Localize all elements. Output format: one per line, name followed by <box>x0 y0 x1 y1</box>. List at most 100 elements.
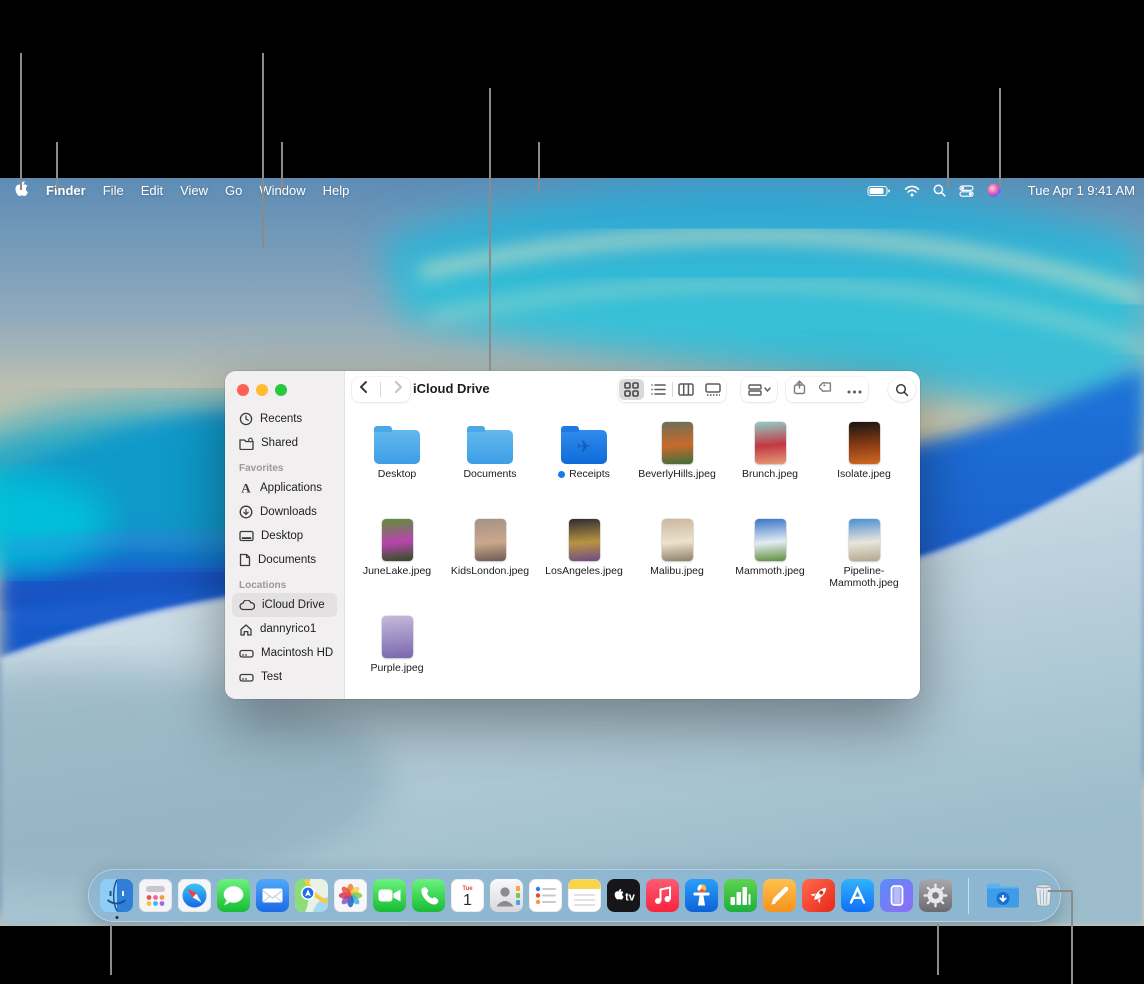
dock-calendar[interactable]: Tue1 <box>451 879 484 912</box>
list-view-button[interactable] <box>646 379 671 400</box>
sidebar-item-downloads[interactable]: Downloads <box>232 500 337 524</box>
dock-reminders[interactable] <box>529 879 562 912</box>
search-icon[interactable] <box>933 184 946 197</box>
image-thumbnail <box>569 519 600 561</box>
dock-trash[interactable] <box>1027 879 1060 912</box>
file-beverlyhills-jpeg[interactable]: BeverlyHills.jpeg <box>632 418 722 480</box>
menu-bar: Finder File Edit View Go Window Help Tue Apr 1… <box>0 178 1144 203</box>
file-mammoth-jpeg[interactable]: Mammoth.jpeg <box>725 515 815 577</box>
sidebar-item-label: dannyrico1 <box>260 623 316 635</box>
dock-apps[interactable] <box>139 879 172 912</box>
siri-icon[interactable] <box>987 183 1002 198</box>
minimize-window-button[interactable] <box>256 384 268 396</box>
file-documents[interactable]: Documents <box>445 418 535 480</box>
dock-app-store[interactable] <box>841 879 874 912</box>
control-center-icon[interactable] <box>959 185 974 197</box>
view-switcher <box>618 377 726 402</box>
zoom-window-button[interactable] <box>275 384 287 396</box>
dock-iphone-mirroring[interactable] <box>880 879 913 912</box>
tags-icon[interactable] <box>819 380 834 399</box>
file-losangeles-jpeg[interactable]: LosAngeles.jpeg <box>539 515 629 577</box>
dock-phone[interactable] <box>412 879 445 912</box>
sidebar-item-desktop[interactable]: Desktop <box>232 524 337 548</box>
finder-window[interactable]: RecentsSharedFavoritesAApplicationsDownl… <box>225 371 920 699</box>
dock-contacts[interactable] <box>490 879 523 912</box>
group-by-button[interactable] <box>741 377 777 402</box>
status-icons <box>867 183 1015 198</box>
dock-tv[interactable]: tv <box>607 879 640 912</box>
sidebar-item-dannyrico1[interactable]: dannyrico1 <box>232 617 337 641</box>
menu-finder[interactable]: Finder <box>46 183 86 198</box>
downloads-icon <box>239 505 253 519</box>
sidebar-item-test[interactable]: Test <box>232 665 337 689</box>
image-thumbnail <box>755 519 786 561</box>
svg-text:tv: tv <box>625 892 636 904</box>
dock-music[interactable] <box>646 879 679 912</box>
file-kidslondon-jpeg[interactable]: KidsLondon.jpeg <box>445 515 535 577</box>
desktop-icon <box>239 530 254 543</box>
apple-menu[interactable] <box>12 180 29 201</box>
menu-go[interactable]: Go <box>225 183 242 198</box>
sidebar-item-label: Documents <box>258 554 316 566</box>
dock-messages[interactable] <box>217 879 250 912</box>
menu-window[interactable]: Window <box>259 183 305 198</box>
dock-numbers[interactable] <box>724 879 757 912</box>
back-button[interactable] <box>358 380 368 399</box>
dock-maps[interactable] <box>295 879 328 912</box>
menu-bar-clock[interactable]: Tue Apr 1 9:41 AM <box>1028 183 1135 198</box>
sidebar-item-documents[interactable]: Documents <box>232 548 337 572</box>
home-icon <box>239 623 253 636</box>
gallery-view-button[interactable] <box>700 379 725 400</box>
image-thumbnail <box>662 519 693 561</box>
sidebar-item-macintosh-hd[interactable]: Macintosh HD <box>232 641 337 665</box>
file-desktop[interactable]: Desktop <box>352 418 442 480</box>
file-brunch-jpeg[interactable]: Brunch.jpeg <box>725 418 815 480</box>
wifi-icon[interactable] <box>904 185 920 197</box>
forward-button[interactable] <box>394 380 404 399</box>
dock-mail[interactable] <box>256 879 289 912</box>
close-window-button[interactable] <box>237 384 249 396</box>
screenshot-root: Finder File Edit View Go Window Help Tue Apr 1… <box>0 0 1144 984</box>
file-label: Isolate.jpeg <box>837 468 891 480</box>
shared-folder-icon <box>239 437 254 450</box>
dock-keynote[interactable] <box>685 879 718 912</box>
more-icon[interactable] <box>847 381 862 399</box>
image-thumbnail <box>662 422 693 464</box>
battery-icon[interactable] <box>867 185 891 197</box>
hard-drive-icon <box>239 672 254 683</box>
sidebar-item-shared[interactable]: Shared <box>232 431 337 455</box>
file-label: Documents <box>463 468 516 480</box>
file-junelake-jpeg[interactable]: JuneLake.jpeg <box>352 515 442 577</box>
icon-view-button[interactable] <box>619 379 644 400</box>
file-isolate-jpeg[interactable]: Isolate.jpeg <box>819 418 909 480</box>
file-pipeline-mammoth-jpeg[interactable]: Pipeline-Mammoth.jpeg <box>819 515 909 589</box>
file-malibu-jpeg[interactable]: Malibu.jpeg <box>632 515 722 577</box>
share-icon[interactable] <box>793 380 806 400</box>
menu-view[interactable]: View <box>180 183 208 198</box>
sidebar-item-recents[interactable]: Recents <box>232 407 337 431</box>
file-receipts[interactable]: ✈Receipts <box>539 418 629 480</box>
airplane-folder-icon: ✈ <box>561 430 607 464</box>
dock-finder[interactable] <box>100 879 133 912</box>
dock-system-settings[interactable] <box>919 879 952 912</box>
dock-downloads[interactable] <box>985 879 1021 912</box>
menu-file[interactable]: File <box>103 183 124 198</box>
dock-games[interactable] <box>802 879 835 912</box>
sidebar-item-icloud-drive[interactable]: iCloud Drive <box>232 593 337 617</box>
clock-icon <box>239 412 253 426</box>
dock-facetime[interactable] <box>373 879 406 912</box>
column-view-button[interactable] <box>673 379 698 400</box>
search-button[interactable] <box>888 377 916 402</box>
dock-pages[interactable] <box>763 879 796 912</box>
menu-help[interactable]: Help <box>323 183 350 198</box>
dock-safari[interactable] <box>178 879 211 912</box>
image-thumbnail <box>849 519 880 561</box>
dock-notes[interactable] <box>568 879 601 912</box>
file-purple-jpeg[interactable]: Purple.jpeg <box>352 612 442 674</box>
menu-edit[interactable]: Edit <box>141 183 163 198</box>
document-icon <box>239 553 251 567</box>
sidebar-item-applications[interactable]: AApplications <box>232 476 337 500</box>
sidebar-section-header: Favorites <box>225 455 344 476</box>
running-indicator <box>115 916 118 919</box>
dock-photos[interactable] <box>334 879 367 912</box>
